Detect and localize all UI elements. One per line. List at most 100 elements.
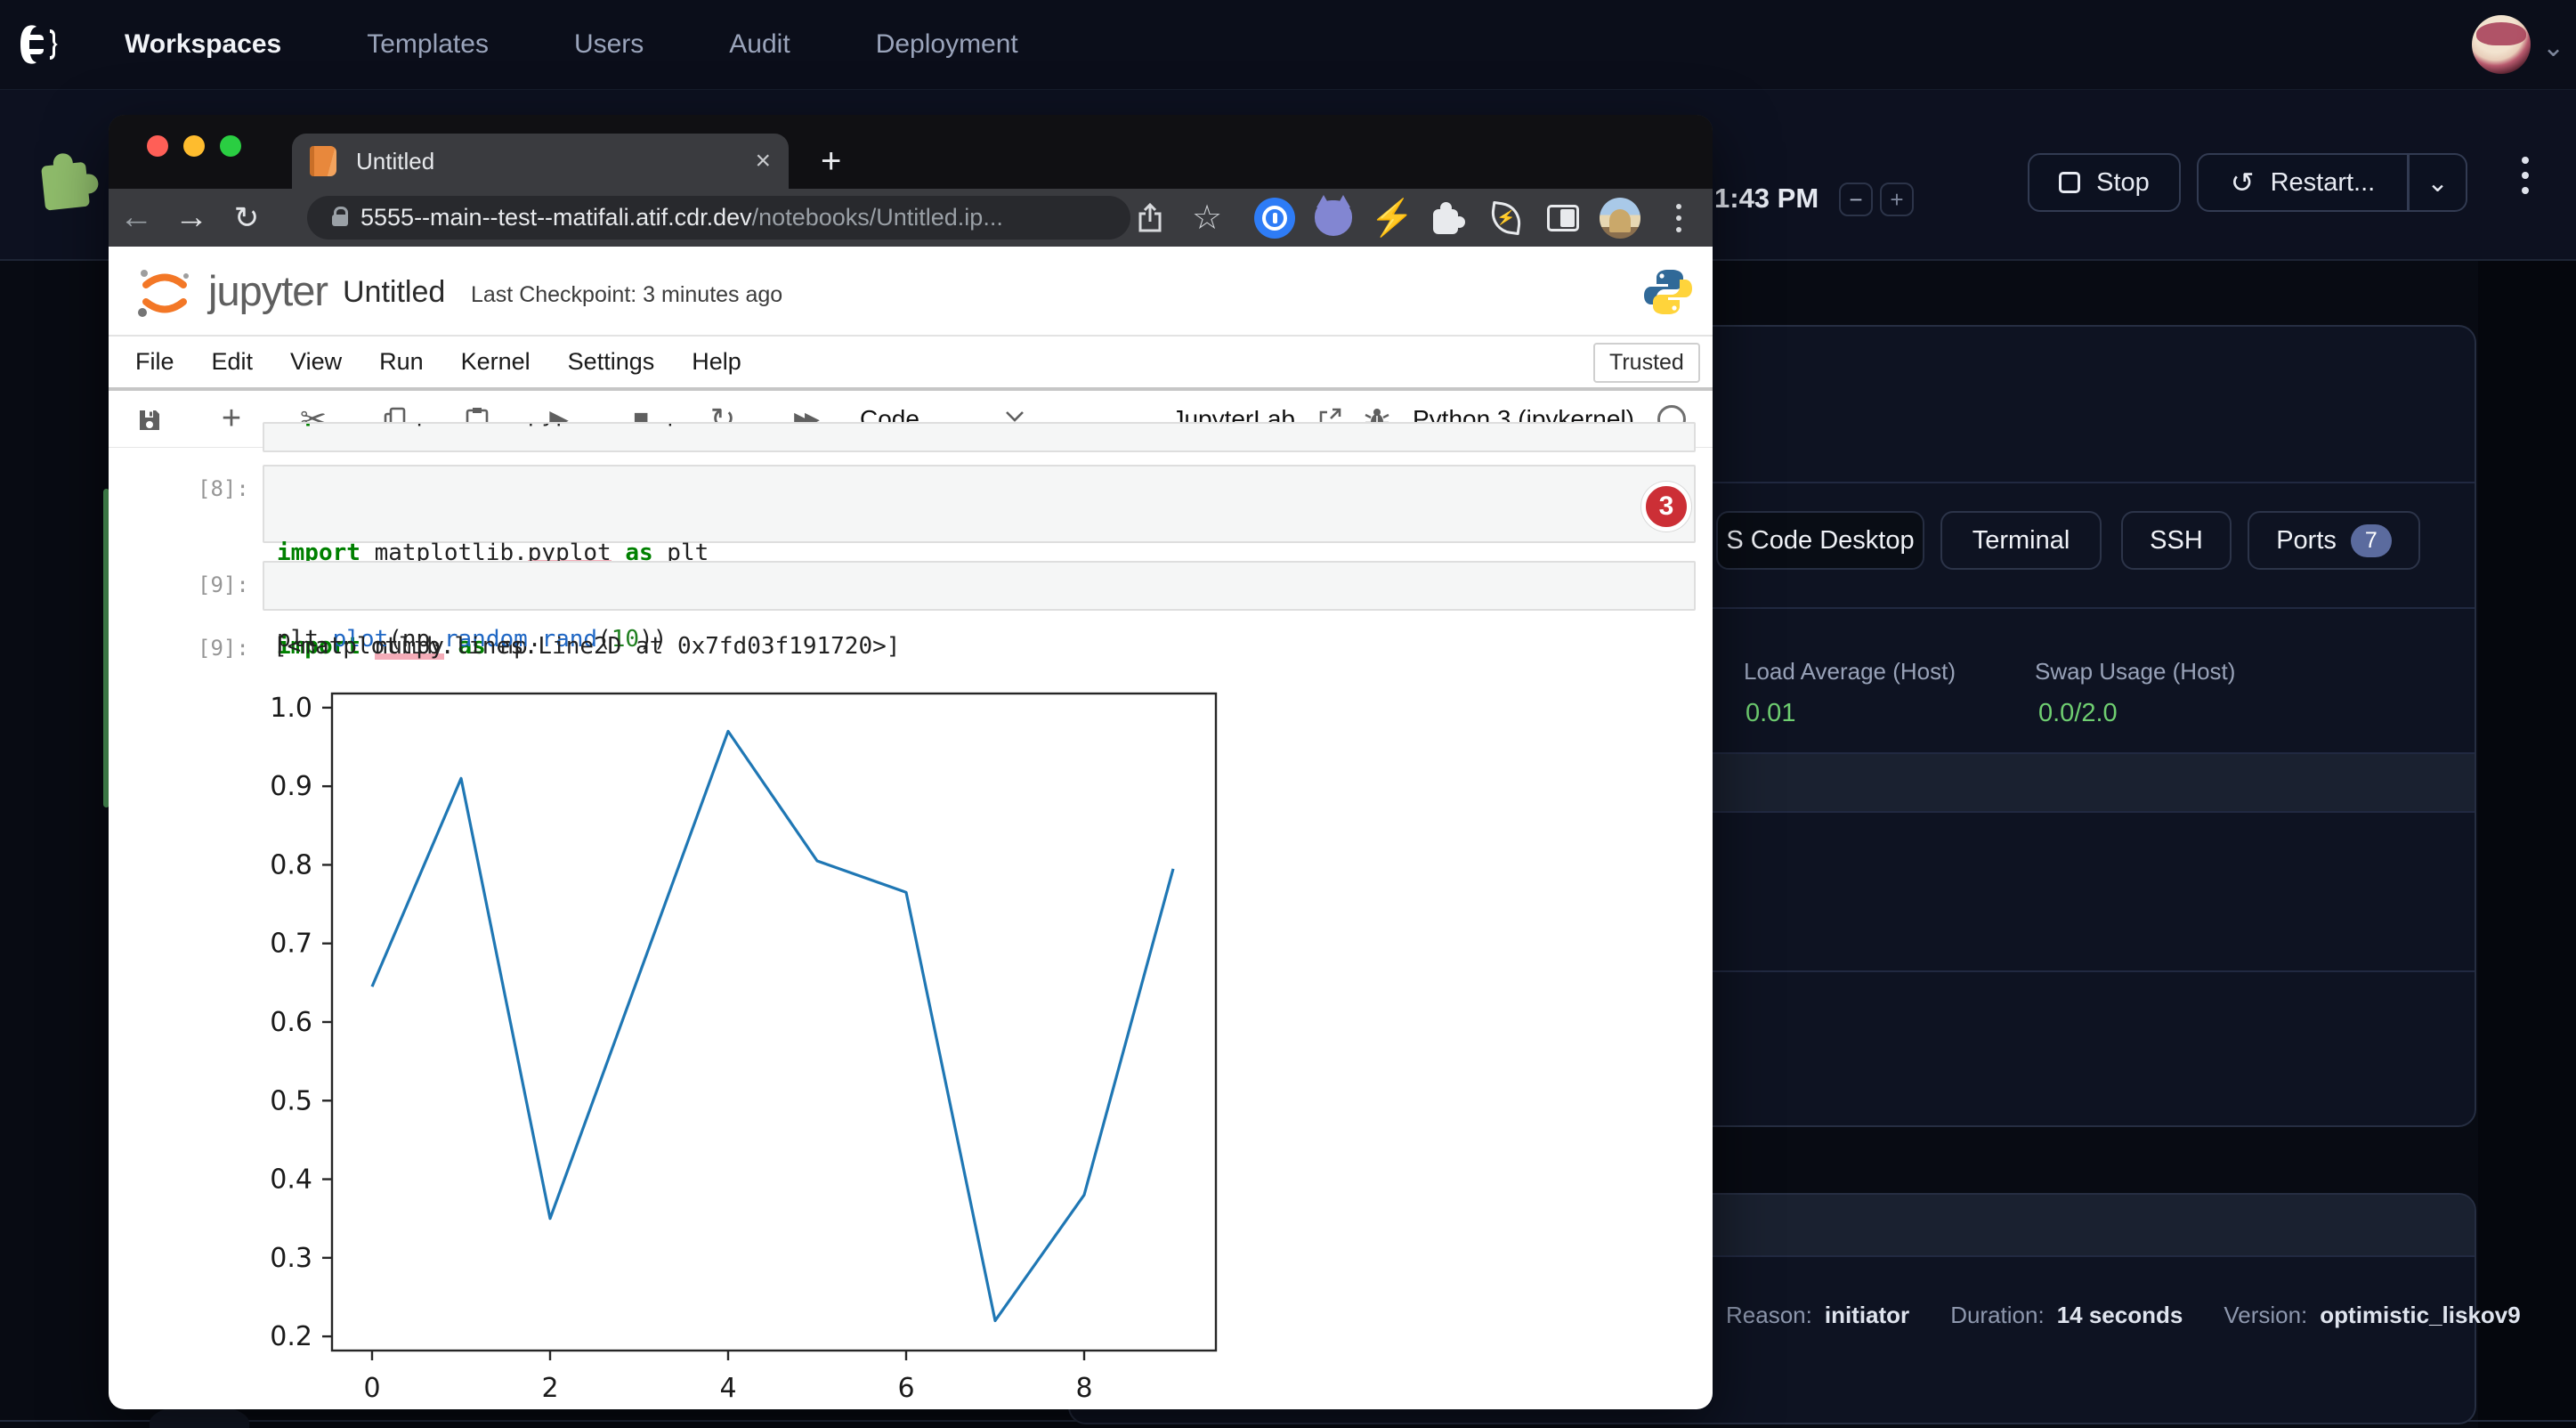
menu-file[interactable]: File: [135, 348, 174, 376]
ports-count-badge: 7: [2351, 524, 2392, 557]
restart-label: Restart...: [2271, 168, 2376, 198]
svg-text:0.4: 0.4: [270, 1164, 312, 1196]
reload-icon[interactable]: ↻: [219, 200, 274, 236]
side-panel-icon[interactable]: [1536, 189, 1590, 247]
restart-icon: ↺: [2231, 166, 2255, 199]
add-cell-icon[interactable]: +: [190, 400, 272, 438]
zoom-out-button[interactable]: −: [1839, 183, 1873, 216]
workspace-clock: 1:43 PM: [1714, 183, 1819, 215]
url-host: 5555--main--test--matifali.atif.cdr.dev: [360, 204, 752, 231]
jupyter-header: jupyter Untitled Last Checkpoint: 3 minu…: [109, 247, 1713, 337]
energy-saver-leaf-icon[interactable]: ⚡: [1479, 189, 1533, 247]
svg-text:0.7: 0.7: [270, 929, 312, 960]
svg-text:8: 8: [1075, 1373, 1092, 1404]
jupyter-page: jupyter Untitled Last Checkpoint: 3 minu…: [109, 247, 1713, 1409]
notebook-title[interactable]: Untitled: [343, 275, 445, 310]
checkpoint-status: Last Checkpoint: 3 minutes ago: [471, 282, 782, 308]
python-logo: [1642, 266, 1694, 318]
menu-view[interactable]: View: [290, 348, 342, 376]
load-average-label: Load Average (Host): [1744, 658, 1956, 686]
build-reason: initiator: [1825, 1302, 1909, 1329]
svg-text:0.2: 0.2: [270, 1321, 312, 1352]
github-extension-icon[interactable]: [1307, 189, 1360, 247]
clipped-cell-above[interactable]: import matplotlib.pyplot as plt: [263, 422, 1696, 452]
jupyter-wordmark: jupyter: [208, 266, 328, 315]
menu-help[interactable]: Help: [692, 348, 741, 376]
nav-item-workspaces[interactable]: Workspaces: [125, 29, 281, 60]
browser-menu-icon[interactable]: [1652, 189, 1705, 247]
output-prompt: [9]:: [198, 636, 249, 661]
url-path: /notebooks/Untitled.ip...: [752, 204, 1003, 231]
svg-text:1.0: 1.0: [270, 693, 312, 724]
chevron-down-icon[interactable]: ⌄: [2542, 32, 2564, 63]
browser-tab[interactable]: Untitled ×: [292, 134, 789, 189]
address-bar[interactable]: 5555--main--test--matifali.atif.cdr.dev/…: [307, 196, 1130, 239]
trusted-button[interactable]: Trusted: [1593, 343, 1700, 383]
tab-close-icon[interactable]: ×: [755, 146, 771, 176]
matplotlib-figure: 1.00.90.80.70.60.50.40.30.202468: [267, 677, 1246, 1408]
menu-settings[interactable]: Settings: [568, 348, 655, 376]
extensions-puzzle-icon[interactable]: [1421, 189, 1474, 247]
build-meta-row: Reason:initiator Duration:14 seconds Ver…: [1726, 1302, 2521, 1329]
onepassword-extension-icon[interactable]: [1248, 189, 1301, 247]
swap-usage-value: 0.0/2.0: [2038, 699, 2118, 728]
stop-label: Stop: [2096, 168, 2150, 198]
lock-icon: [332, 215, 348, 226]
menu-edit[interactable]: Edit: [212, 348, 254, 376]
workspace-menu-button[interactable]: [2512, 157, 2539, 194]
svg-text:2: 2: [541, 1373, 558, 1404]
svg-text:0.8: 0.8: [270, 849, 312, 880]
share-icon[interactable]: [1123, 189, 1177, 247]
code-cell-8[interactable]: import matplotlib.pyplot as plt import n…: [263, 465, 1696, 543]
menu-kernel[interactable]: Kernel: [461, 348, 531, 376]
build-version: optimistic_liskov9: [2320, 1302, 2520, 1329]
browser-toolbar: ← → ↻ 5555--main--test--matifali.atif.cd…: [109, 189, 1713, 247]
nav-item-users[interactable]: Users: [574, 29, 644, 60]
svg-text:4: 4: [719, 1373, 736, 1404]
code-cell-9[interactable]: plt.plot(np.random.rand(10)): [263, 561, 1696, 611]
bolt-extension-icon[interactable]: ⚡: [1365, 189, 1419, 247]
svg-text:0.5: 0.5: [270, 1085, 312, 1116]
forward-icon[interactable]: →: [164, 199, 219, 237]
cell8-prompt: [8]:: [198, 476, 249, 501]
nav-item-audit[interactable]: Audit: [729, 29, 790, 60]
jupyter-menu-bar: File Edit View Run Kernel Settings Help …: [109, 337, 1713, 387]
terminal-button[interactable]: Terminal: [1940, 511, 2102, 570]
vscode-desktop-button[interactable]: S Code Desktop: [1716, 511, 1924, 570]
ports-button[interactable]: Ports 7: [2248, 511, 2420, 570]
browser-window: Untitled × + ← → ↻ 5555--main--test--mat…: [109, 115, 1713, 1409]
load-average-value: 0.01: [1746, 699, 1795, 728]
user-avatar[interactable]: [2472, 15, 2531, 74]
svg-text:0.6: 0.6: [270, 1007, 312, 1038]
maximize-window-button[interactable]: [220, 135, 241, 157]
page-background-column: [2478, 261, 2576, 1428]
minimize-window-button[interactable]: [183, 135, 205, 157]
extension-puzzle-icon[interactable]: [32, 147, 101, 217]
back-icon[interactable]: ←: [109, 199, 164, 237]
cell9-prompt: [9]:: [198, 572, 249, 597]
browser-profile-avatar[interactable]: [1593, 189, 1647, 247]
notification-badge[interactable]: 3: [1641, 482, 1691, 531]
ssh-button[interactable]: SSH: [2121, 511, 2232, 570]
coder-top-nav: Workspaces Templates Users Audit Deploym…: [0, 0, 2576, 90]
stop-icon: [2059, 172, 2080, 193]
bookmark-star-icon[interactable]: ☆: [1180, 189, 1234, 247]
save-icon[interactable]: [109, 404, 190, 434]
svg-text:6: 6: [897, 1373, 914, 1404]
close-window-button[interactable]: [147, 135, 168, 157]
nav-item-templates[interactable]: Templates: [367, 29, 489, 60]
swap-usage-label: Swap Usage (Host): [2035, 658, 2235, 686]
stop-workspace-button[interactable]: Stop: [2028, 153, 2181, 212]
jupyter-book-favicon: [310, 146, 336, 176]
build-duration: 14 seconds: [2057, 1302, 2183, 1329]
menu-run[interactable]: Run: [379, 348, 424, 376]
coder-logo-icon[interactable]: [14, 19, 66, 70]
zoom-in-button[interactable]: +: [1880, 183, 1914, 216]
chevron-down-icon: ⌄: [2426, 167, 2448, 199]
restart-options-button[interactable]: ⌄: [2409, 153, 2467, 212]
browser-tab-strip: Untitled × +: [109, 115, 1713, 189]
svg-text:0.9: 0.9: [270, 771, 312, 802]
new-tab-button[interactable]: +: [821, 142, 841, 182]
restart-workspace-button[interactable]: ↺ Restart...: [2197, 153, 2409, 212]
nav-item-deployment[interactable]: Deployment: [876, 29, 1018, 60]
